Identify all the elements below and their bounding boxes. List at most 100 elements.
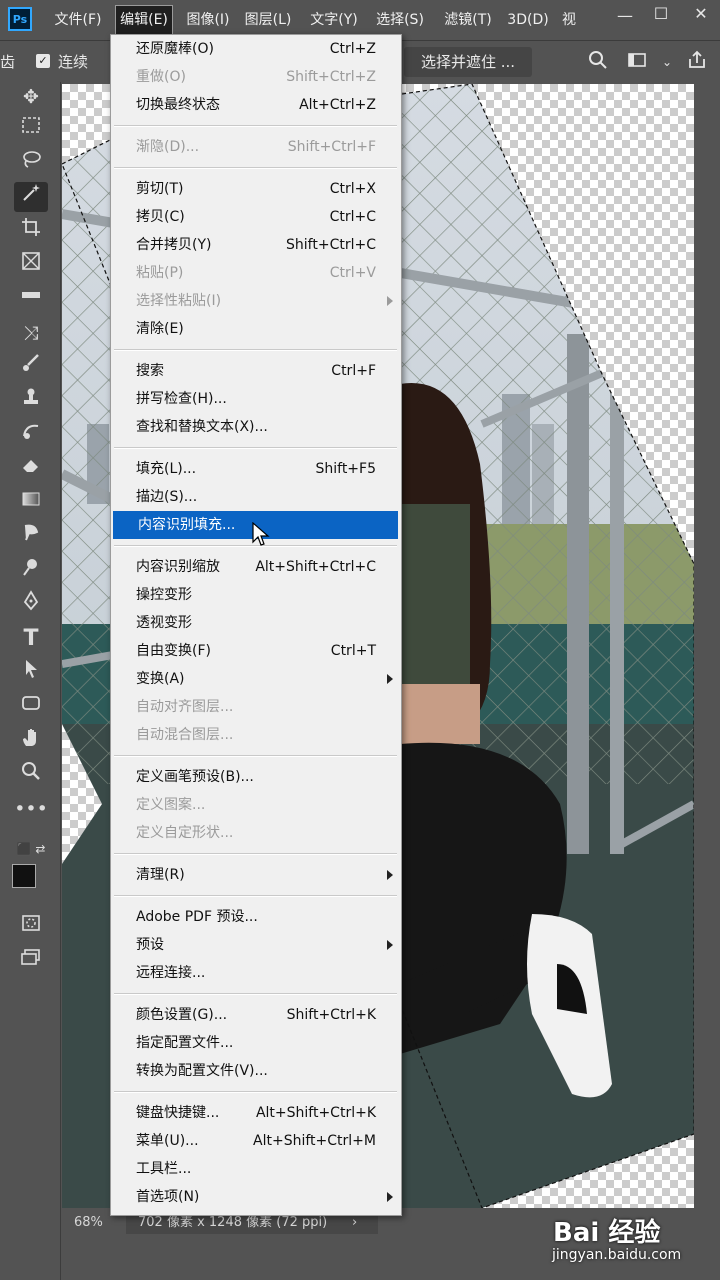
edit-menu-item[interactable]: 操控变形 [111, 581, 401, 609]
menu-item-label: 菜单(U)... [136, 1133, 199, 1149]
menu-item-label: 定义自定形状... [136, 825, 234, 841]
menu-7[interactable]: 3D(D) [505, 0, 551, 40]
edit-menu-item[interactable]: 还原魔棒(O) Ctrl+Z [111, 35, 401, 63]
screen-mode-icon[interactable] [14, 946, 48, 976]
menu-item-label: 透视变形 [136, 615, 192, 631]
history-brush-tool-icon[interactable] [14, 420, 48, 450]
edit-menu-item[interactable]: 粘贴(P) Ctrl+V [111, 259, 401, 287]
edit-menu-item[interactable]: 定义图案... [111, 791, 401, 819]
menu-item-label: 操控变形 [136, 587, 192, 603]
menu-item-shortcut: Alt+Shift+Ctrl+M [253, 1133, 376, 1149]
edit-menu-item[interactable]: 搜索 Ctrl+F [111, 357, 401, 385]
magic-wand-tool-icon[interactable] [14, 182, 48, 212]
edit-menu-item[interactable]: 拷贝(C) Ctrl+C [111, 203, 401, 231]
edit-menu-item[interactable]: 变换(A) [111, 665, 401, 693]
edit-menu-item[interactable]: 自动混合图层... [111, 721, 401, 749]
crop-tool-icon[interactable] [14, 216, 48, 246]
pen-tool-icon[interactable] [14, 590, 48, 620]
select-and-mask-button[interactable]: 选择并遮住 ... [404, 47, 532, 77]
edit-menu-item[interactable]: 自动对齐图层... [111, 693, 401, 721]
edit-menu-item[interactable]: 清除(E) [111, 315, 401, 343]
edit-menu-item[interactable]: 合并拷贝(Y) Shift+Ctrl+C [111, 231, 401, 259]
edit-menu-item[interactable]: 透视变形 [111, 609, 401, 637]
lasso-tool-icon[interactable] [14, 148, 48, 178]
menu-item-label: 定义画笔预设(B)... [136, 769, 254, 785]
share-icon[interactable] [684, 49, 710, 75]
shape-tool-icon[interactable] [14, 692, 48, 722]
menu-item-label: 重做(O) [136, 69, 186, 85]
menu-0[interactable]: 文件(F) [50, 0, 106, 40]
contiguous-checkbox[interactable]: ✓ [36, 54, 50, 68]
marquee-tool-icon[interactable] [14, 114, 48, 144]
menu-item-label: 查找和替换文本(X)... [136, 419, 268, 435]
edit-menu-item[interactable]: 转换为配置文件(V)... [111, 1057, 401, 1085]
menu-separator [114, 853, 397, 855]
edit-menu-item[interactable]: 重做(O) Shift+Ctrl+Z [111, 63, 401, 91]
edit-menu-item[interactable]: 清理(R) [111, 861, 401, 889]
edit-menu-item[interactable]: 填充(L)... Shift+F5 [111, 455, 401, 483]
frame-tool-icon[interactable] [14, 250, 48, 280]
edit-menu-item[interactable]: 远程连接... [111, 959, 401, 987]
menu-8[interactable]: 视 [562, 0, 576, 40]
hand-tool-icon[interactable] [14, 726, 48, 756]
submenu-arrow-icon [387, 870, 393, 880]
gradient-tool-icon[interactable] [14, 488, 48, 518]
menu-6[interactable]: 滤镜(T) [440, 0, 496, 40]
edit-menu-item[interactable]: 剪切(T) Ctrl+X [111, 175, 401, 203]
edit-menu-item[interactable]: 自由变换(F) Ctrl+T [111, 637, 401, 665]
edit-menu-item[interactable]: 首选项(N) [111, 1183, 401, 1211]
edit-menu-item[interactable]: 预设 [111, 931, 401, 959]
edit-menu-item[interactable]: Adobe PDF 预设... [111, 903, 401, 931]
edit-menu-item[interactable]: 渐隐(D)... Shift+Ctrl+F [111, 133, 401, 161]
edit-menu-item[interactable]: 切换最终状态 Alt+Ctrl+Z [111, 91, 401, 119]
maximize-button[interactable]: ☐ [646, 0, 676, 28]
menu-item-label: 转换为配置文件(V)... [136, 1063, 268, 1079]
edit-menu-item[interactable]: 定义画笔预设(B)... [111, 763, 401, 791]
more-tools-icon[interactable]: ••• [14, 794, 48, 824]
quick-mask-icon[interactable] [14, 912, 48, 942]
close-button[interactable]: ✕ [684, 0, 718, 28]
menu-item-shortcut: Ctrl+V [329, 265, 376, 281]
menu-item-label: 工具栏... [136, 1161, 192, 1177]
path-select-tool-icon[interactable] [14, 658, 48, 688]
menu-item-label: 首选项(N) [136, 1189, 200, 1205]
ruler-tool-icon[interactable] [14, 284, 48, 314]
menu-item-shortcut: Ctrl+C [329, 209, 376, 225]
edit-menu-item[interactable]: 描边(S)... [111, 483, 401, 511]
menu-item-label: 指定配置文件... [136, 1035, 234, 1051]
minimize-button[interactable]: — [608, 2, 642, 30]
move-tool-icon[interactable]: ✥ [14, 82, 48, 112]
baidu-watermark-logo: Bai 经验 [553, 1218, 661, 1248]
edit-menu-item[interactable]: 选择性粘贴(I) [111, 287, 401, 315]
healing-tool-icon[interactable]: ⤨ [14, 318, 48, 348]
brush-tool-icon[interactable] [14, 352, 48, 382]
stamp-tool-icon[interactable] [14, 386, 48, 416]
edit-menu-item[interactable]: 颜色设置(G)... Shift+Ctrl+K [111, 1001, 401, 1029]
edit-menu-item[interactable]: 键盘快捷键... Alt+Shift+Ctrl+K [111, 1099, 401, 1127]
menu-item-label: 内容识别缩放 [136, 559, 220, 575]
smudge-tool-icon[interactable] [14, 522, 48, 552]
swap-colors-icon[interactable]: ⬛ ⇄ [14, 834, 48, 864]
menu-item-label: 还原魔棒(O) [136, 41, 214, 57]
eraser-tool-icon[interactable] [14, 454, 48, 484]
dodge-tool-icon[interactable] [14, 556, 48, 586]
edit-menu-item[interactable]: 工具栏... [111, 1155, 401, 1183]
zoom-tool-icon[interactable] [14, 760, 48, 790]
menu-item-label: 预设 [136, 937, 164, 953]
submenu-arrow-icon [387, 674, 393, 684]
edit-menu-item[interactable]: 查找和替换文本(X)... [111, 413, 401, 441]
edit-menu-item[interactable]: 指定配置文件... [111, 1029, 401, 1057]
edit-menu-item[interactable]: 定义自定形状... [111, 819, 401, 847]
chevron-down-icon[interactable]: ⌄ [654, 49, 680, 75]
menu-1[interactable]: 编辑(E) [115, 5, 173, 35]
zoom-level[interactable]: 68% [74, 1210, 103, 1236]
edit-menu-item[interactable]: 内容识别缩放 Alt+Shift+Ctrl+C [111, 553, 401, 581]
type-tool-icon[interactable]: T [14, 624, 48, 654]
search-icon[interactable] [585, 49, 611, 75]
edit-menu-item[interactable]: 拼写检查(H)... [111, 385, 401, 413]
workspace-icon[interactable] [624, 49, 650, 75]
menu-item-shortcut: Ctrl+X [329, 181, 376, 197]
foreground-color-swatch[interactable] [12, 864, 36, 888]
edit-menu-item[interactable]: 菜单(U)... Alt+Shift+Ctrl+M [111, 1127, 401, 1155]
menu-item-label: 颜色设置(G)... [136, 1007, 228, 1023]
